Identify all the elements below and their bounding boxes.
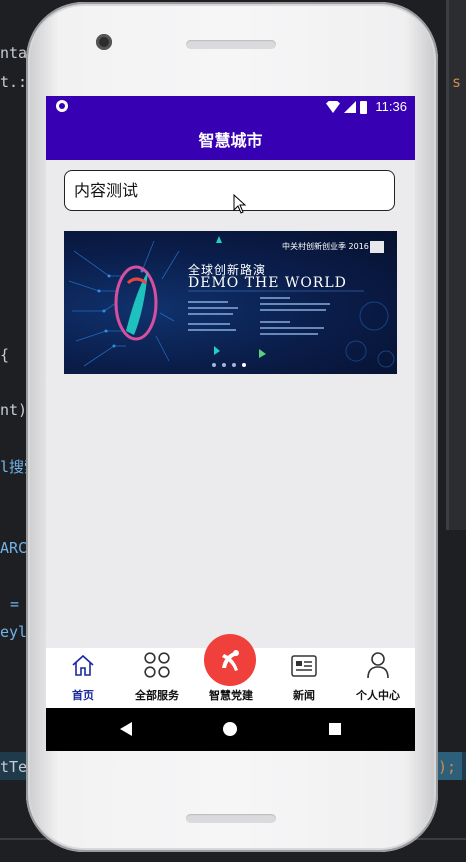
front-camera: [96, 34, 112, 50]
code-line: s: [452, 73, 462, 91]
notification-icon: [56, 100, 68, 112]
code-line: t.:: [0, 73, 28, 91]
nav-label: 个人中心: [356, 689, 400, 702]
status-bar: 11:36: [46, 96, 415, 118]
signal-icon: [344, 101, 356, 113]
code-line: );: [438, 758, 457, 776]
banner-artwork: [68, 236, 395, 368]
status-time: 11:36: [375, 99, 407, 114]
wifi-icon: [326, 101, 340, 113]
nav-item-party-building[interactable]: 智慧党建: [194, 634, 268, 708]
code-line: {: [0, 346, 10, 364]
party-building-button[interactable]: [204, 634, 256, 686]
code-line: eyl: [0, 623, 28, 641]
recent-apps-icon[interactable]: [329, 723, 341, 735]
battery-icon: [360, 100, 367, 114]
carousel-dot[interactable]: [222, 363, 226, 367]
nav-label: 全部服务: [135, 689, 179, 702]
banner-top-text: 中关村创新创业季 2016: [282, 242, 369, 251]
news-icon: [291, 655, 317, 677]
code-line: ARC: [0, 539, 28, 557]
mouse-cursor-icon: [233, 194, 247, 214]
code-line: nt): [0, 401, 28, 419]
banner-subheadline: DEMO THE WORLD: [188, 275, 347, 291]
bottom-navigation: 首页 全部服务 智慧党建 新闻 个人中心: [46, 634, 415, 708]
top-speaker: [186, 40, 276, 49]
code-line: tTe: [0, 758, 28, 776]
home-circle-icon[interactable]: [223, 722, 237, 736]
carousel-dot-active[interactable]: [242, 363, 246, 367]
party-emblem-icon: [222, 650, 239, 671]
carousel-indicator[interactable]: [212, 363, 246, 367]
bottom-speaker: [186, 814, 276, 823]
status-icons: [326, 99, 367, 115]
system-navigation-bar: [46, 708, 415, 751]
grid-icon: [144, 652, 170, 678]
banner-carousel[interactable]: 中关村创新创业季 2016 全球创新路演 DEMO THE WORLD: [64, 231, 397, 374]
page-title: 智慧城市: [198, 131, 263, 150]
nav-item-news[interactable]: 新闻: [267, 648, 341, 708]
app-bar: 智慧城市: [46, 118, 415, 160]
nav-item-profile[interactable]: 个人中心: [341, 648, 415, 708]
nav-item-all-services[interactable]: 全部服务: [120, 648, 194, 708]
person-icon: [367, 652, 389, 679]
device-screen: 11:36 智慧城市 内容测试 中关村创新创业季 2016 全球创新路演 DEM…: [46, 96, 415, 751]
back-icon[interactable]: [120, 722, 132, 736]
nav-item-home[interactable]: 首页: [46, 648, 120, 708]
nav-label: 智慧党建: [209, 689, 253, 702]
carousel-dot[interactable]: [232, 363, 236, 367]
nav-label: 新闻: [293, 689, 315, 702]
code-line: nta: [0, 44, 28, 62]
search-input[interactable]: 内容测试: [64, 170, 395, 211]
code-line: =: [10, 595, 20, 613]
carousel-dot[interactable]: [212, 363, 216, 367]
nav-label: 首页: [72, 689, 94, 702]
home-icon: [72, 654, 94, 676]
